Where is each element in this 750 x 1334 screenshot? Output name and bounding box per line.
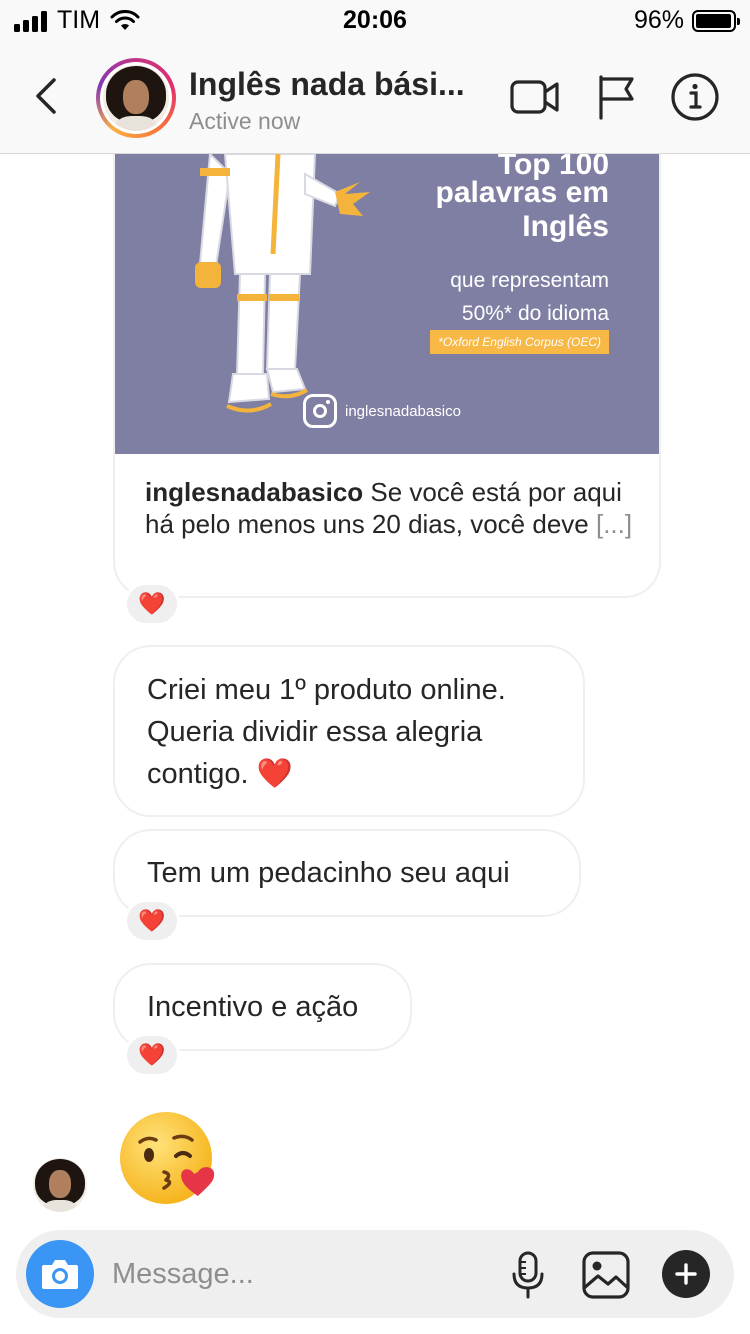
contact-status: Active now <box>189 108 301 134</box>
post-caption-user[interactable]: inglesnadabasico <box>145 477 363 507</box>
camera-button[interactable] <box>26 1240 94 1308</box>
post-image-handle-text: inglesnadabasico <box>345 402 461 420</box>
heart-reaction-icon: ❤️ <box>138 591 166 616</box>
heart-reaction-badge[interactable]: ❤️ <box>124 582 180 626</box>
post-image-subtitle-line2: 50%* do idioma <box>461 302 609 325</box>
message-bubble[interactable]: Criei meu 1º produto online. Queria divi… <box>113 645 585 817</box>
post-image-subtitle: que representam 50%* do idioma <box>450 264 609 330</box>
astronaut-illustration <box>195 154 370 413</box>
video-camera-icon[interactable] <box>510 72 560 122</box>
post-image[interactable]: Top 100 palavras em Inglês que represent… <box>115 154 659 454</box>
contact-avatar[interactable] <box>96 58 176 138</box>
plus-button[interactable] <box>662 1250 710 1298</box>
post-image-title-line3: Inglês <box>522 210 609 243</box>
post-image-title-line1: Top 100 <box>497 154 609 181</box>
kissing-face-with-heart-emoji[interactable] <box>118 1110 218 1210</box>
battery-icon <box>692 9 740 32</box>
heart-reaction-icon: ❤️ <box>138 908 166 933</box>
post-image-source-tag: *Oxford English Corpus (OEC) <box>430 330 609 354</box>
plus-icon <box>675 1263 697 1285</box>
instagram-logo-icon <box>303 394 337 428</box>
status-bar-right: 96% <box>633 6 740 35</box>
post-image-handle: inglesnadabasico <box>303 394 461 428</box>
message-bubble[interactable]: Tem um pedacinho seu aqui <box>113 829 581 917</box>
shared-post[interactable]: Top 100 palavras em Inglês que represent… <box>113 154 661 598</box>
chat-header: Inglês nada bási... Active now <box>0 40 750 154</box>
heart-reaction-badge[interactable]: ❤️ <box>124 1033 180 1077</box>
camera-icon <box>42 1260 78 1289</box>
message-text: Incentivo e ação <box>147 991 359 1023</box>
info-icon[interactable] <box>670 72 720 122</box>
battery-fill <box>696 13 731 28</box>
status-bar: TIM 20:06 96% <box>0 0 750 40</box>
message-input[interactable] <box>112 1252 472 1296</box>
post-caption-more[interactable]: [...] <box>596 509 632 539</box>
message-text: Tem um pedacinho seu aqui <box>147 857 510 889</box>
contact-name[interactable]: Inglês nada bási... <box>189 66 465 103</box>
battery-percent: 96% <box>633 6 684 34</box>
post-caption[interactable]: inglesnadabasico Se você está por aqui h… <box>145 476 645 540</box>
heart-reaction-icon: ❤️ <box>138 1042 166 1067</box>
message-composer <box>16 1230 734 1318</box>
flag-icon[interactable] <box>596 72 636 122</box>
post-image-title: Top 100 palavras em Inglês <box>436 154 609 244</box>
message-text: Criei meu 1º produto online. Queria divi… <box>147 674 506 790</box>
heart-reaction-badge[interactable]: ❤️ <box>124 899 180 943</box>
contact-avatar-small[interactable] <box>33 1158 87 1212</box>
post-image-subtitle-line1: que representam <box>450 269 609 292</box>
microphone-icon[interactable] <box>510 1250 546 1300</box>
back-arrow-icon[interactable] <box>30 76 64 116</box>
gallery-icon[interactable] <box>581 1250 631 1300</box>
